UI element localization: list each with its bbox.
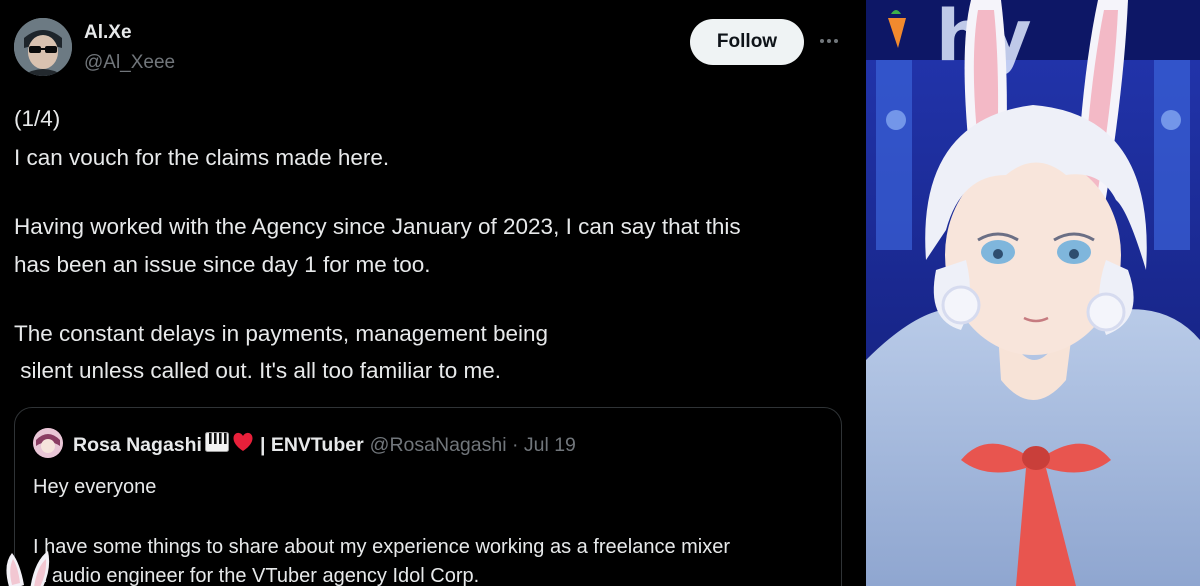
vtuber-artwork: hy <box>866 0 1200 586</box>
follow-button[interactable]: Follow <box>690 19 804 65</box>
quoted-author-org: | ENVTuber <box>259 433 364 456</box>
bunny-ears-overlay <box>0 545 70 586</box>
quoted-text-line: Hey everyone <box>33 476 157 498</box>
quoted-author-avatar[interactable] <box>33 428 63 458</box>
author-avatar[interactable] <box>14 18 72 76</box>
tweet-text-line: The constant delays in payments, managem… <box>14 321 549 346</box>
heart-icon <box>232 432 254 458</box>
tweet-text-line: (1/4) <box>14 106 61 131</box>
tweet-pane: Al.Xe @Al_Xeee Follow (1/4) I can vouch … <box>0 0 866 586</box>
tweet-text-line: Having worked with the Agency since Janu… <box>14 214 741 239</box>
quoted-tweet-card[interactable]: Rosa Nagashi | ENVTuber @RosaNagashi · J… <box>14 407 842 586</box>
piano-icon <box>204 432 229 458</box>
quoted-text-line: I have some things to share about my exp… <box>33 536 731 558</box>
quoted-tweet-header: Rosa Nagashi | ENVTuber @RosaNagashi · J… <box>73 432 576 458</box>
quoted-author-handle[interactable]: @RosaNagashi · Jul 19 <box>370 434 576 457</box>
quoted-text-line: & audio engineer for the VTuber agency I… <box>33 565 480 586</box>
tweet-text-line: I can vouch for the claims made here. <box>14 145 390 170</box>
more-icon[interactable] <box>818 30 840 52</box>
quoted-author-name[interactable]: Rosa Nagashi <box>73 434 202 457</box>
author-handle[interactable]: @Al_Xeee <box>84 52 175 74</box>
tweet-text-line: silent unless called out. It's all too f… <box>14 358 502 383</box>
tweet-text-line: has been an issue since day 1 for me too… <box>14 252 431 277</box>
author-name[interactable]: Al.Xe <box>84 22 132 44</box>
